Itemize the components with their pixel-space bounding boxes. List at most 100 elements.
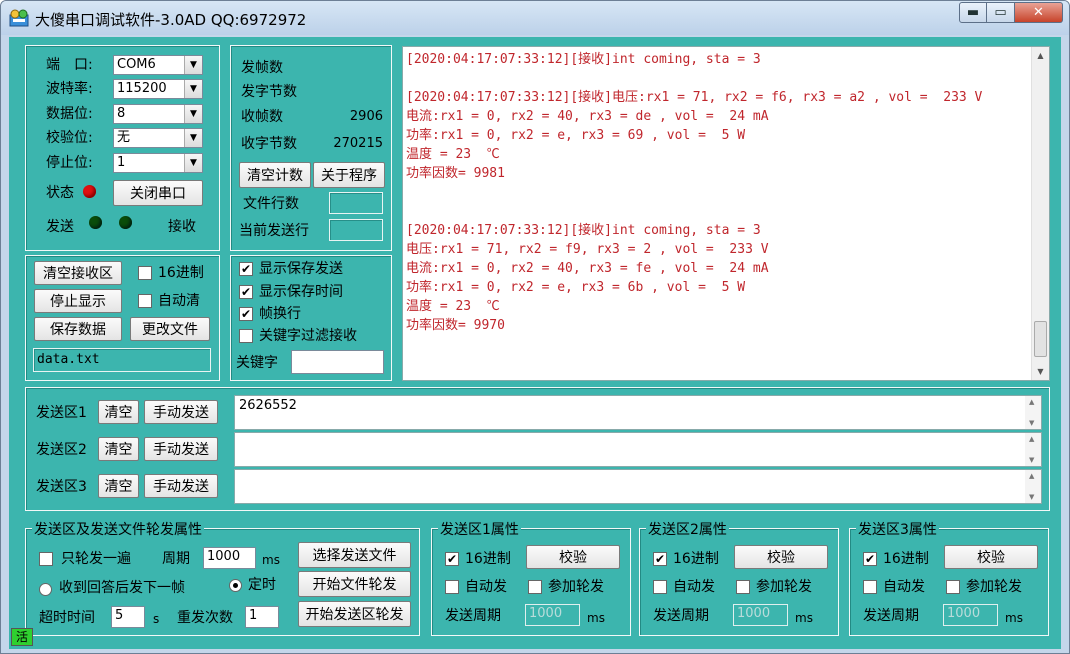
send-area-1-scrollbar[interactable]: ▲ ▼ <box>1025 396 1041 429</box>
timed-radio[interactable] <box>229 579 242 592</box>
send-area-2-period-input[interactable]: 1000 <box>733 604 788 626</box>
send-area-2-check-button[interactable]: 校验 <box>734 545 828 569</box>
send-area-1-check-button[interactable]: 校验 <box>526 545 620 569</box>
send-area-1-props-title: 发送区1属性 <box>438 519 521 539</box>
keyword-filter-label: 关键字过滤接收 <box>259 328 357 344</box>
send-area-3-label: 发送区3 <box>36 479 87 495</box>
send-area-3-auto-send-checkbox[interactable] <box>863 580 877 594</box>
maximize-button[interactable]: ▭ <box>987 2 1015 23</box>
auto-clear-checkbox[interactable] <box>138 294 152 308</box>
send-area-1-input[interactable]: 2626552 ▲ ▼ <box>234 395 1042 430</box>
scroll-thumb[interactable] <box>1034 321 1047 357</box>
send-area-3-input[interactable]: ▲ ▼ <box>234 469 1042 504</box>
send-area-1-hex-checkbox[interactable]: ✔ <box>445 552 459 566</box>
minimize-button[interactable]: ▬ <box>959 2 987 23</box>
receive-text-area[interactable]: [2020:04:17:07:33:12][接收]int coming, sta… <box>402 46 1050 381</box>
send-area-1-period-unit: ms <box>587 611 605 625</box>
about-button[interactable]: 关于程序 <box>313 162 385 188</box>
send-area-1-manual-send-button[interactable]: 手动发送 <box>144 400 218 424</box>
keyword-filter-checkbox[interactable] <box>239 329 253 343</box>
send-area-2-scrollbar[interactable]: ▲ ▼ <box>1025 433 1041 466</box>
clear-count-button[interactable]: 清空计数 <box>239 162 311 188</box>
databits-select[interactable]: 8 ▼ <box>113 104 203 124</box>
file-lines-label: 文件行数 <box>243 196 299 212</box>
timeout-input[interactable]: 5 <box>111 606 145 628</box>
send-area-2-hex-checkbox[interactable]: ✔ <box>653 552 667 566</box>
receive-controls-panel: 清空接收区 16进制 停止显示 自动清 保存数据 更改文件 data.txt <box>25 255 220 381</box>
close-button[interactable]: ✕ <box>1015 2 1063 23</box>
stop-display-button[interactable]: 停止显示 <box>34 289 122 313</box>
send-area-3-check-button[interactable]: 校验 <box>944 545 1038 569</box>
databits-value: 8 <box>117 106 126 121</box>
file-name-field[interactable]: data.txt <box>33 348 211 372</box>
receive-line: [2020:04:17:07:33:12][接收]int coming, sta… <box>406 223 761 238</box>
scroll-down-icon[interactable]: ▼ <box>1032 363 1049 380</box>
start-file-rotation-button[interactable]: 开始文件轮发 <box>298 571 411 597</box>
hex-display-checkbox[interactable] <box>138 266 152 280</box>
app-icon <box>9 9 29 27</box>
send-area-2-join-checkbox[interactable] <box>736 580 750 594</box>
show-save-send-checkbox[interactable]: ✔ <box>239 262 253 276</box>
send-area-2-label: 发送区2 <box>36 442 87 458</box>
timeout-unit: s <box>153 612 160 626</box>
port-label: 端 口: <box>46 57 93 73</box>
parity-select[interactable]: 无 ▼ <box>113 128 203 148</box>
port-settings-panel: 端 口: COM6 ▼ 波特率: 115200 ▼ 数据位: 8 ▼ 校验位: … <box>25 45 220 251</box>
change-file-button[interactable]: 更改文件 <box>130 317 210 341</box>
only-once-checkbox[interactable] <box>39 552 53 566</box>
send-area-3-period-input[interactable]: 1000 <box>943 604 998 626</box>
save-data-button[interactable]: 保存数据 <box>34 317 122 341</box>
auto-clear-label: 自动清 <box>158 293 200 309</box>
clear-receive-button[interactable]: 清空接收区 <box>34 261 122 285</box>
send-area-2-clear-button[interactable]: 清空 <box>98 437 139 461</box>
port-value: COM6 <box>117 57 156 72</box>
parity-label: 校验位: <box>46 130 93 146</box>
keyword-input[interactable] <box>291 350 384 374</box>
send-area-1-join-checkbox[interactable] <box>528 580 542 594</box>
scroll-up-icon[interactable]: ▲ <box>1032 47 1049 64</box>
send-area-2-manual-send-button[interactable]: 手动发送 <box>144 437 218 461</box>
chevron-down-icon[interactable]: ▼ <box>184 154 202 172</box>
port-select[interactable]: COM6 ▼ <box>113 55 203 75</box>
retry-input[interactable]: 1 <box>245 606 279 628</box>
stopbits-select[interactable]: 1 ▼ <box>113 153 203 173</box>
receive-line: 温度 = 23 ℃ <box>406 299 500 314</box>
only-once-label: 只轮发一遍 <box>61 551 131 567</box>
send-area-1-period-label: 发送周期 <box>445 608 501 624</box>
chevron-down-icon[interactable]: ▼ <box>184 105 202 123</box>
send-area-1-join-label: 参加轮发 <box>548 579 604 595</box>
close-port-button[interactable]: 关闭串口 <box>113 180 203 206</box>
chevron-down-icon[interactable]: ▼ <box>184 80 202 98</box>
send-area-3-manual-send-button[interactable]: 手动发送 <box>144 474 218 498</box>
send-area-2-input[interactable]: ▲ ▼ <box>234 432 1042 467</box>
receive-scrollbar[interactable]: ▲ ▼ <box>1031 47 1049 380</box>
send-area-3-clear-button[interactable]: 清空 <box>98 474 139 498</box>
baud-select[interactable]: 115200 ▼ <box>113 79 203 99</box>
reply-next-radio[interactable] <box>39 583 52 596</box>
send-area-3-period-unit: ms <box>1005 611 1023 625</box>
send-area-3-hex-checkbox[interactable]: ✔ <box>863 552 877 566</box>
frame-newline-checkbox[interactable]: ✔ <box>239 307 253 321</box>
send-area-2-period-unit: ms <box>795 611 813 625</box>
recv-led-icon <box>119 216 132 229</box>
start-area-rotation-button[interactable]: 开始发送区轮发 <box>298 601 411 627</box>
title-bar[interactable]: 大傻串口调试软件-3.0AD QQ:6972972 ▬ ▭ ✕ <box>1 1 1069 35</box>
period-input[interactable]: 1000 <box>203 547 256 569</box>
send-area-1-content: 2626552 <box>239 398 297 413</box>
select-send-file-button[interactable]: 选择发送文件 <box>298 542 411 568</box>
send-area-2-auto-send-checkbox[interactable] <box>653 580 667 594</box>
send-area-3-scrollbar[interactable]: ▲ ▼ <box>1025 470 1041 503</box>
chevron-down-icon[interactable]: ▼ <box>184 129 202 147</box>
send-area-1-label: 发送区1 <box>36 405 87 421</box>
receive-line: [2020:04:17:07:33:12][接收]int coming, sta… <box>406 52 761 67</box>
send-area-1-clear-button[interactable]: 清空 <box>98 400 139 424</box>
send-area-3-join-checkbox[interactable] <box>946 580 960 594</box>
send-area-1-period-input[interactable]: 1000 <box>525 604 580 626</box>
rotation-group-title: 发送区及发送文件轮发属性 <box>32 519 204 539</box>
receive-line: 功率:rx1 = 0, rx2 = e, rx3 = 6b , vol = 5 … <box>406 280 746 295</box>
show-save-time-label: 显示保存时间 <box>259 284 343 300</box>
frame-newline-label: 帧换行 <box>259 306 301 322</box>
send-area-1-auto-send-checkbox[interactable] <box>445 580 459 594</box>
show-save-time-checkbox[interactable]: ✔ <box>239 285 253 299</box>
chevron-down-icon[interactable]: ▼ <box>184 56 202 74</box>
